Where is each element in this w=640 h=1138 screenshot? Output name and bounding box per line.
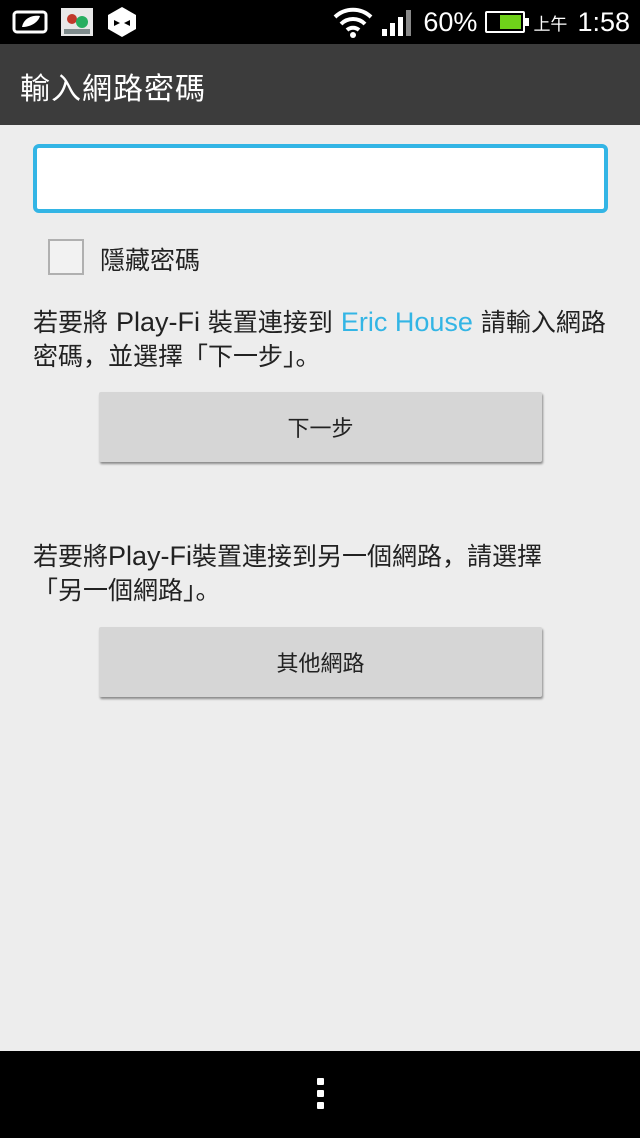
message-text: 若要將 <box>33 308 116 337</box>
battery-icon <box>485 11 530 33</box>
am-pm-indicator: 上午 <box>533 14 568 35</box>
message-text: 若要將 <box>33 542 109 571</box>
photo-notification-icon <box>61 8 93 36</box>
clock: 1:58 <box>577 6 630 37</box>
signal-strength-icon <box>382 10 412 36</box>
brand-name: Play-Fi <box>115 307 200 337</box>
battery-level <box>499 15 522 29</box>
next-button[interactable]: 下一步 <box>99 392 542 462</box>
overflow-menu-icon[interactable] <box>314 1078 326 1114</box>
leaf-notification-icon <box>12 10 48 34</box>
navigation-bar <box>0 1051 640 1138</box>
network-name: Eric House <box>340 307 473 337</box>
other-network-message: 若要將Play-Fi裝置連接到另一個網路，請選擇「另一個網路」。 <box>33 539 573 608</box>
wifi-icon <box>334 7 373 38</box>
page-title: 輸入網路密碼 <box>20 72 206 107</box>
system-status: 60% 上午 1:58 <box>333 4 630 40</box>
hexagon-app-icon <box>108 7 136 37</box>
brand-name: Play-Fi <box>108 541 193 571</box>
password-input[interactable] <box>33 144 608 213</box>
status-bar: 60% 上午 1:58 <box>0 0 640 44</box>
hide-password-label[interactable]: 隱藏密碼 <box>100 241 200 277</box>
battery-percent: 60% <box>423 6 478 37</box>
app-bar: 輸入網路密碼 <box>0 44 640 125</box>
other-network-button[interactable]: 其他網路 <box>99 627 542 697</box>
message-text: 裝置連接到 <box>199 308 341 337</box>
current-network-message: 若要將 Play-Fi 裝置連接到 Eric House 請輸入網路密碼，並選擇… <box>33 305 613 374</box>
hide-password-checkbox[interactable] <box>48 239 84 275</box>
notification-icons <box>12 6 138 38</box>
